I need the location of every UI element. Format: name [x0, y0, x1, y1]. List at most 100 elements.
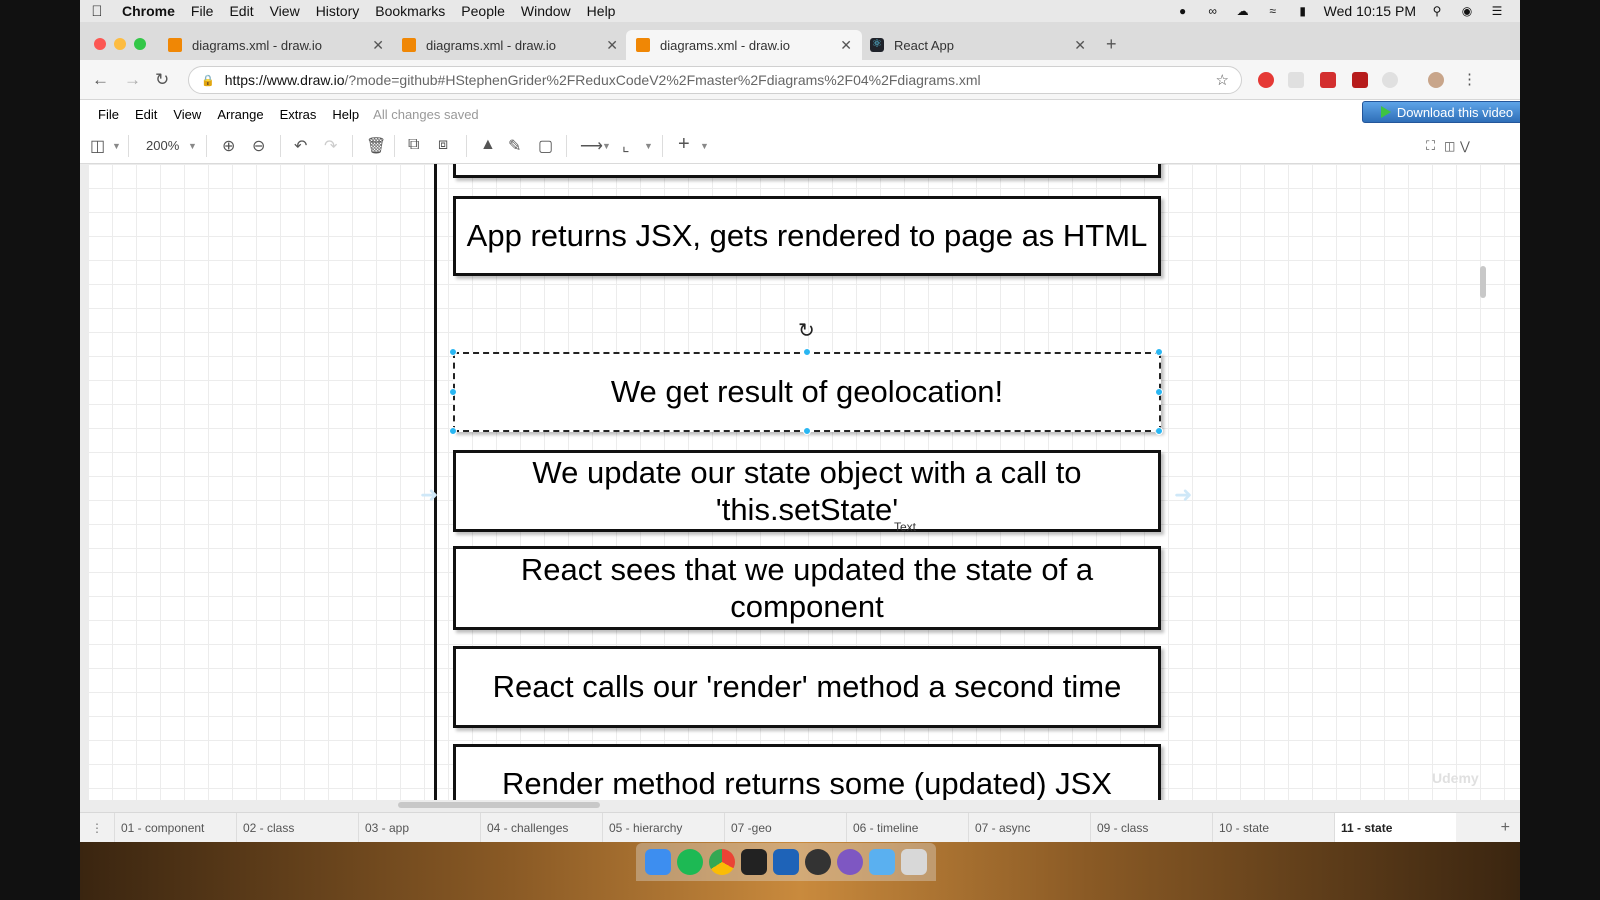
menu-window[interactable]: Window [513, 3, 579, 19]
finder-icon[interactable] [645, 849, 671, 875]
address-bar[interactable]: 🔒 https://www.draw.io/?mode=github#HStep… [188, 66, 1242, 94]
obs-icon[interactable]: ● [1174, 4, 1192, 18]
ublock-extension-icon[interactable] [1352, 72, 1368, 88]
drawio-menu-file[interactable]: File [90, 107, 127, 122]
page-tab[interactable]: 01 - component [114, 812, 236, 843]
to-front-icon[interactable]: ⧉ [408, 136, 419, 154]
vscode-icon[interactable] [773, 849, 799, 875]
siri-icon[interactable]: ◉ [1458, 4, 1476, 18]
waypoints-icon[interactable]: ⌞ [622, 136, 630, 156]
reload-icon[interactable]: ↻ [155, 70, 169, 90]
resize-handle[interactable] [449, 348, 457, 356]
menu-edit[interactable]: Edit [221, 3, 261, 19]
profile-avatar[interactable] [1428, 72, 1444, 88]
delete-icon[interactable]: 🗑 [366, 136, 386, 156]
spotlight-search-icon[interactable]: ⚲ [1428, 4, 1446, 18]
close-tab-icon[interactable]: ✕ [840, 37, 852, 54]
drawio-menu-view[interactable]: View [165, 107, 209, 122]
notification-center-icon[interactable]: ☰ [1488, 4, 1506, 18]
new-tab-icon[interactable]: + [1106, 34, 1117, 55]
diagram-box[interactable]: Render method returns some (updated) JSX [453, 744, 1161, 800]
diagram-box-partial[interactable] [453, 164, 1161, 178]
drawio-menu-arrange[interactable]: Arrange [209, 107, 271, 122]
chevron-down-icon[interactable]: ▼ [112, 141, 121, 151]
chevron-down-icon[interactable]: ▼ [602, 141, 611, 151]
diagram-canvas[interactable]: App returns JSX, gets rendered to page a… [88, 164, 1520, 800]
extension-icon[interactable] [1382, 72, 1398, 88]
close-tab-icon[interactable]: ✕ [372, 37, 384, 54]
browser-tab[interactable]: diagrams.xml - draw.io ✕ [392, 30, 628, 60]
battery-icon[interactable]: ▮ [1294, 4, 1312, 18]
css-extension-icon[interactable] [1288, 72, 1304, 88]
chrome-icon[interactable] [709, 849, 735, 875]
browser-tab[interactable]: React App ✕ [860, 30, 1096, 60]
chevron-down-icon[interactable]: ▼ [700, 141, 709, 151]
downloads-folder-icon[interactable] [869, 849, 895, 875]
spotify-icon[interactable] [677, 849, 703, 875]
menu-app-name[interactable]: Chrome [114, 3, 183, 19]
shadow-icon[interactable]: ▢ [538, 136, 553, 156]
browser-tab[interactable]: diagrams.xml - draw.io ✕ [158, 30, 394, 60]
opera-extension-icon[interactable] [1258, 72, 1274, 88]
undo-icon[interactable]: ↶ [294, 136, 307, 156]
fill-color-icon[interactable]: ▲ [480, 136, 496, 154]
wifi-icon[interactable]: ≈ [1264, 4, 1282, 18]
close-tab-icon[interactable]: ✕ [1074, 37, 1086, 54]
collapse-icon[interactable]: ⋁ [1460, 139, 1470, 153]
minimize-window-button[interactable] [114, 38, 126, 50]
diagram-box[interactable]: We update our state object with a call t… [453, 450, 1161, 532]
pages-menu-icon[interactable]: ⋮ [80, 821, 114, 835]
diagram-box[interactable]: App returns JSX, gets rendered to page a… [453, 196, 1161, 276]
glasses-icon[interactable]: ∞ [1204, 4, 1222, 18]
apple-icon[interactable]:  [80, 3, 114, 20]
download-video-button[interactable]: Download this video [1362, 101, 1520, 123]
rotate-handle-icon[interactable]: ↻ [798, 318, 815, 343]
connect-arrow-left-icon[interactable]: ➜ [420, 482, 438, 508]
menu-view[interactable]: View [262, 3, 308, 19]
connect-arrow-right-icon[interactable]: ➜ [1174, 482, 1192, 508]
forward-arrow-icon[interactable]: → [124, 70, 141, 90]
bookmark-star-icon[interactable]: ☆ [1216, 71, 1229, 89]
drawio-menu-extras[interactable]: Extras [272, 107, 325, 122]
resize-handle[interactable] [1155, 348, 1163, 356]
page-tab[interactable]: 06 - timeline [846, 812, 968, 843]
page-tab[interactable]: 04 - challenges [480, 812, 602, 843]
connection-icon[interactable]: ⟶ [580, 136, 603, 156]
menu-bookmarks[interactable]: Bookmarks [367, 3, 453, 19]
browser-tab-active[interactable]: diagrams.xml - draw.io ✕ [626, 30, 862, 60]
close-tab-icon[interactable]: ✕ [606, 37, 618, 54]
to-back-icon[interactable]: ⧈ [438, 136, 448, 154]
back-arrow-icon[interactable]: ← [92, 70, 109, 90]
page-tab[interactable]: 10 - state [1212, 812, 1334, 843]
format-toggle-icon[interactable]: ◫ [1444, 139, 1455, 153]
horizontal-scrollbar[interactable] [398, 802, 600, 808]
clock[interactable]: Wed 10:15 PM [1324, 3, 1416, 19]
menu-people[interactable]: People [453, 3, 513, 19]
vertical-scrollbar[interactable] [1480, 266, 1486, 298]
docker-icon[interactable]: ☁ [1234, 4, 1252, 18]
page-tab[interactable]: 02 - class [236, 812, 358, 843]
chevron-down-icon[interactable]: ▼ [188, 141, 197, 151]
chevron-down-icon[interactable]: ▼ [644, 141, 653, 151]
page-tab[interactable]: 05 - hierarchy [602, 812, 724, 843]
diagram-box-selected[interactable]: We get result of geolocation! [453, 352, 1161, 432]
resize-handle[interactable] [1155, 427, 1163, 435]
insert-icon[interactable]: + [678, 133, 690, 156]
quill-icon[interactable] [837, 849, 863, 875]
page-tab-active[interactable]: 11 - state [1334, 812, 1456, 843]
menu-file[interactable]: File [183, 3, 222, 19]
page-tab[interactable]: 09 - class [1090, 812, 1212, 843]
resize-handle[interactable] [803, 427, 811, 435]
add-page-icon[interactable]: + [1501, 819, 1520, 837]
page-tab[interactable]: 07 - async [968, 812, 1090, 843]
drawio-menu-help[interactable]: Help [324, 107, 367, 122]
terminal-icon[interactable] [741, 849, 767, 875]
page-tab[interactable]: 07 -geo [724, 812, 846, 843]
fullscreen-icon[interactable]: ⛶ [1426, 138, 1435, 154]
line-color-icon[interactable]: ✎ [508, 136, 521, 156]
drawio-menu-edit[interactable]: Edit [127, 107, 165, 122]
zoom-level[interactable]: 200% [146, 138, 179, 153]
diagram-box[interactable]: React calls our 'render' method a second… [453, 646, 1161, 728]
menu-help[interactable]: Help [579, 3, 624, 19]
resize-handle[interactable] [449, 388, 457, 396]
